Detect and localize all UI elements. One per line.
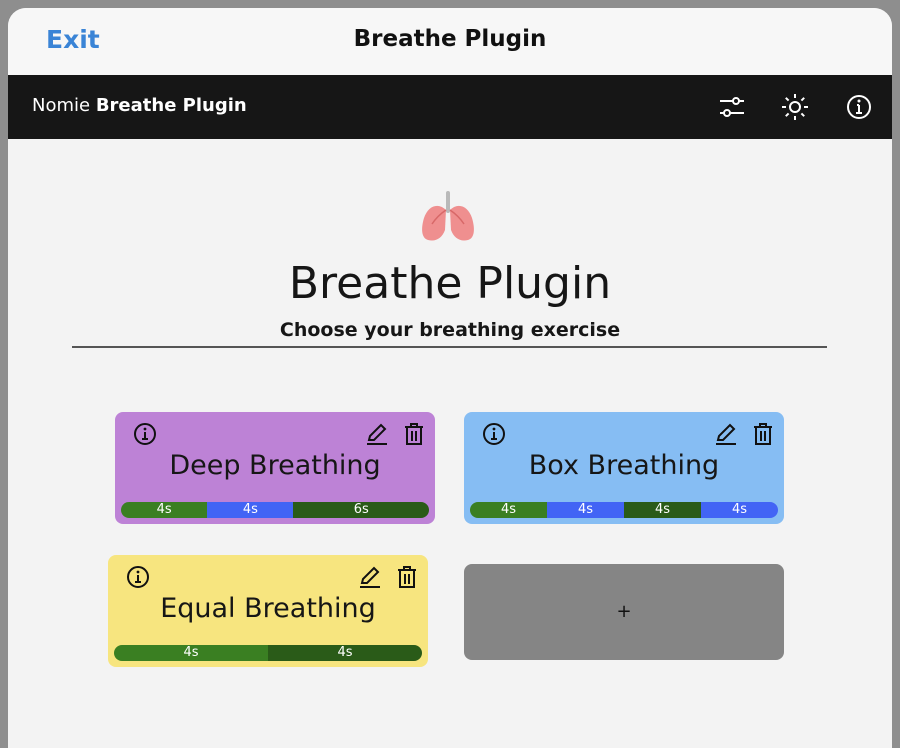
app-header: Nomie Breathe Plugin (8, 75, 892, 139)
edit-pencil-icon[interactable] (358, 565, 382, 589)
info-icon[interactable] (482, 422, 506, 446)
lungs-icon (422, 191, 474, 241)
sliders-icon[interactable] (717, 92, 747, 122)
info-icon[interactable] (844, 92, 874, 122)
phase-inhale: 4s (114, 645, 268, 661)
trash-icon[interactable] (395, 565, 419, 589)
page-subtitle: Choose your breathing exercise (279, 319, 621, 341)
exercise-name: Equal Breathing (160, 593, 376, 624)
plugin-sheet: Exit Breathe Plugin Nomie Breathe Plugin (8, 8, 892, 748)
phase-hold: 4s (701, 502, 778, 518)
exercise-name: Deep Breathing (169, 450, 381, 481)
trash-icon[interactable] (402, 422, 426, 446)
brand: Nomie Breathe Plugin (32, 95, 247, 116)
phase-exhale: 4s (624, 502, 701, 518)
phase-hold: 4s (207, 502, 294, 518)
window-title: Breathe Plugin (353, 26, 547, 52)
sun-icon[interactable] (780, 92, 810, 122)
trash-icon[interactable] (751, 422, 775, 446)
exercise-name: Box Breathing (528, 450, 720, 481)
page-title: Breathe Plugin (288, 258, 612, 309)
phase-bar: 4s 4s 4s 4s (470, 502, 778, 518)
phase-bar: 4s 4s (114, 645, 422, 661)
phase-inhale: 4s (470, 502, 547, 518)
brand-name: Breathe Plugin (95, 95, 247, 116)
phase-bar: 4s 4s 6s (121, 502, 429, 518)
phase-exhale: 6s (293, 502, 429, 518)
exercise-card-box[interactable]: Box Breathing 4s 4s 4s 4s (464, 412, 784, 524)
window-titlebar: Exit Breathe Plugin (8, 8, 892, 75)
brand-prefix: Nomie (32, 95, 91, 116)
divider (72, 346, 827, 348)
info-icon[interactable] (133, 422, 157, 446)
phase-exhale: 4s (268, 645, 422, 661)
exercise-card-equal[interactable]: Equal Breathing 4s 4s (108, 555, 428, 667)
phase-inhale: 4s (121, 502, 208, 518)
exercise-card-deep[interactable]: Deep Breathing 4s 4s 6s (115, 412, 435, 524)
add-exercise-button[interactable]: + (464, 564, 784, 660)
edit-pencil-icon[interactable] (714, 422, 738, 446)
info-icon[interactable] (126, 565, 150, 589)
edit-pencil-icon[interactable] (365, 422, 389, 446)
phase-hold: 4s (547, 502, 624, 518)
